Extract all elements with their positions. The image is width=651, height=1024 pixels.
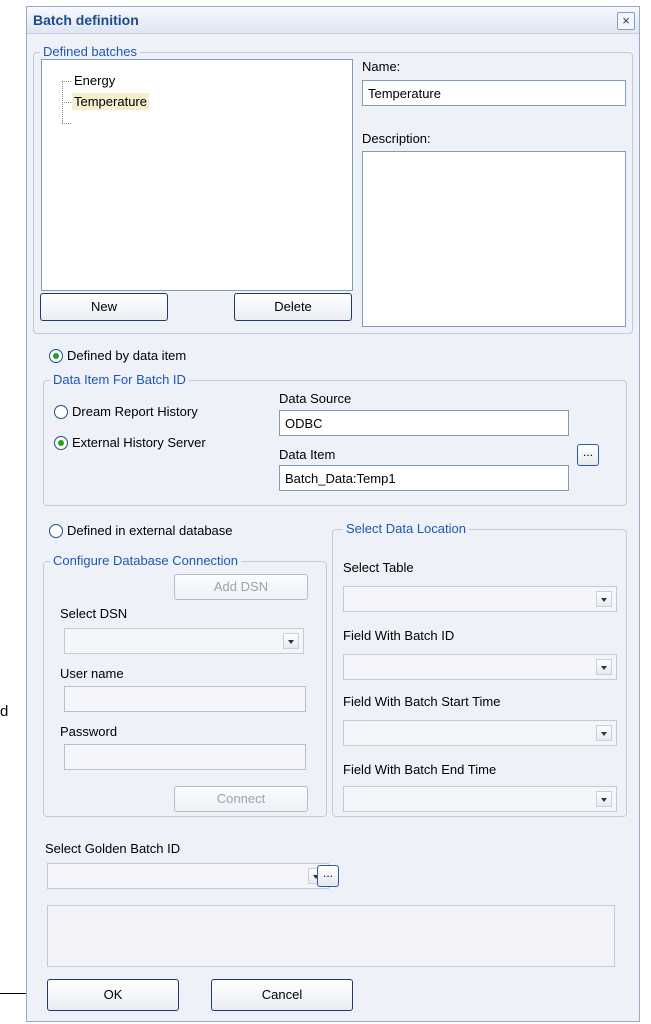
data-source-input[interactable] <box>279 410 569 436</box>
password-input[interactable] <box>64 744 306 770</box>
defined-in-external-db-radio[interactable] <box>49 524 63 538</box>
golden-batch-dropdown[interactable] <box>47 863 329 889</box>
data-item-browse-button[interactable]: ... <box>577 444 599 466</box>
select-dsn-label: Select DSN <box>60 606 128 621</box>
data-source-label: Data Source <box>279 391 352 406</box>
chevron-down-icon[interactable] <box>596 725 612 741</box>
dream-report-history-label[interactable]: Dream Report History <box>72 404 198 419</box>
batch-item-energy[interactable]: Energy <box>72 72 117 89</box>
tree-connector <box>62 81 71 82</box>
select-dsn-dropdown[interactable] <box>64 628 304 654</box>
defined-batches-group: Defined batches Energy Temperature New D… <box>33 44 633 334</box>
chevron-down-icon[interactable] <box>596 591 612 607</box>
dream-report-history-radio[interactable] <box>54 405 68 419</box>
description-label: Description: <box>362 131 431 146</box>
tree-connector <box>62 123 71 124</box>
defined-by-data-item-radio[interactable] <box>49 349 63 363</box>
cancel-button[interactable]: Cancel <box>211 979 353 1011</box>
password-label: Password <box>60 724 118 739</box>
end-time-field-dropdown[interactable] <box>343 786 617 812</box>
batch-id-field-label: Field With Batch ID <box>343 628 455 643</box>
defined-by-data-item-label[interactable]: Defined by data item <box>67 348 186 363</box>
background-text: d <box>0 703 9 720</box>
database-connection-group: Configure Database Connection Add DSN Se… <box>43 553 327 817</box>
select-table-label: Select Table <box>343 560 414 575</box>
database-connection-legend: Configure Database Connection <box>50 553 242 568</box>
start-time-field-label: Field With Batch Start Time <box>343 694 501 709</box>
delete-button[interactable]: Delete <box>234 293 352 321</box>
title-bar: Batch definition × <box>27 7 639 34</box>
dialog-title: Batch definition <box>33 12 139 28</box>
data-item-group: Data Item For Batch ID Dream Report Hist… <box>43 372 627 506</box>
chevron-down-icon[interactable] <box>283 633 299 649</box>
batch-definition-dialog: Batch definition × Defined batches Energ… <box>26 6 640 1022</box>
golden-batch-label: Select Golden Batch ID <box>45 841 181 856</box>
description-textarea[interactable] <box>362 151 626 327</box>
new-button[interactable]: New <box>40 293 168 321</box>
user-name-input[interactable] <box>64 686 306 712</box>
data-item-label: Data Item <box>279 447 336 462</box>
add-dsn-button[interactable]: Add DSN <box>174 574 308 600</box>
close-icon[interactable]: × <box>617 12 635 30</box>
batch-id-field-dropdown[interactable] <box>343 654 617 680</box>
batch-list[interactable]: Energy Temperature <box>41 59 353 291</box>
chevron-down-icon[interactable] <box>596 791 612 807</box>
select-table-dropdown[interactable] <box>343 586 617 612</box>
data-item-input[interactable] <box>279 465 569 491</box>
user-name-label: User name <box>60 666 124 681</box>
external-history-server-radio[interactable] <box>54 436 68 450</box>
golden-batch-browse-button[interactable]: ... <box>317 865 339 887</box>
defined-in-external-db-label[interactable]: Defined in external database <box>67 523 233 538</box>
ok-button[interactable]: OK <box>47 979 179 1011</box>
name-label: Name: <box>362 59 401 74</box>
end-time-field-label: Field With Batch End Time <box>343 762 497 777</box>
status-message-area <box>47 905 615 967</box>
name-input[interactable] <box>362 80 626 106</box>
chevron-down-icon[interactable] <box>596 659 612 675</box>
tree-connector <box>62 102 71 103</box>
batch-item-temperature[interactable]: Temperature <box>72 93 149 110</box>
data-location-legend: Select Data Location <box>343 521 469 536</box>
data-item-legend: Data Item For Batch ID <box>50 372 189 387</box>
defined-batches-legend: Defined batches <box>40 44 140 59</box>
start-time-field-dropdown[interactable] <box>343 720 617 746</box>
data-location-group: Select Data Location Select Table Field … <box>332 521 627 817</box>
external-history-server-label[interactable]: External History Server <box>72 435 206 450</box>
connect-button[interactable]: Connect <box>174 786 308 812</box>
